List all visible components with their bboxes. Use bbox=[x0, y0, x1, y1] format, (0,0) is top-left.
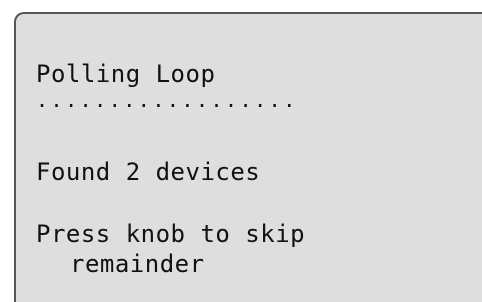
screen-title: Polling Loop bbox=[36, 60, 216, 88]
prompt-line-2: remainder bbox=[70, 250, 205, 278]
status-message: Found 2 devices bbox=[36, 158, 261, 186]
progress-dots: .................. bbox=[36, 88, 298, 112]
prompt-line-1: Press knob to skip bbox=[36, 220, 306, 248]
lcd-screen: Polling Loop .................. Found 2 … bbox=[14, 12, 482, 302]
